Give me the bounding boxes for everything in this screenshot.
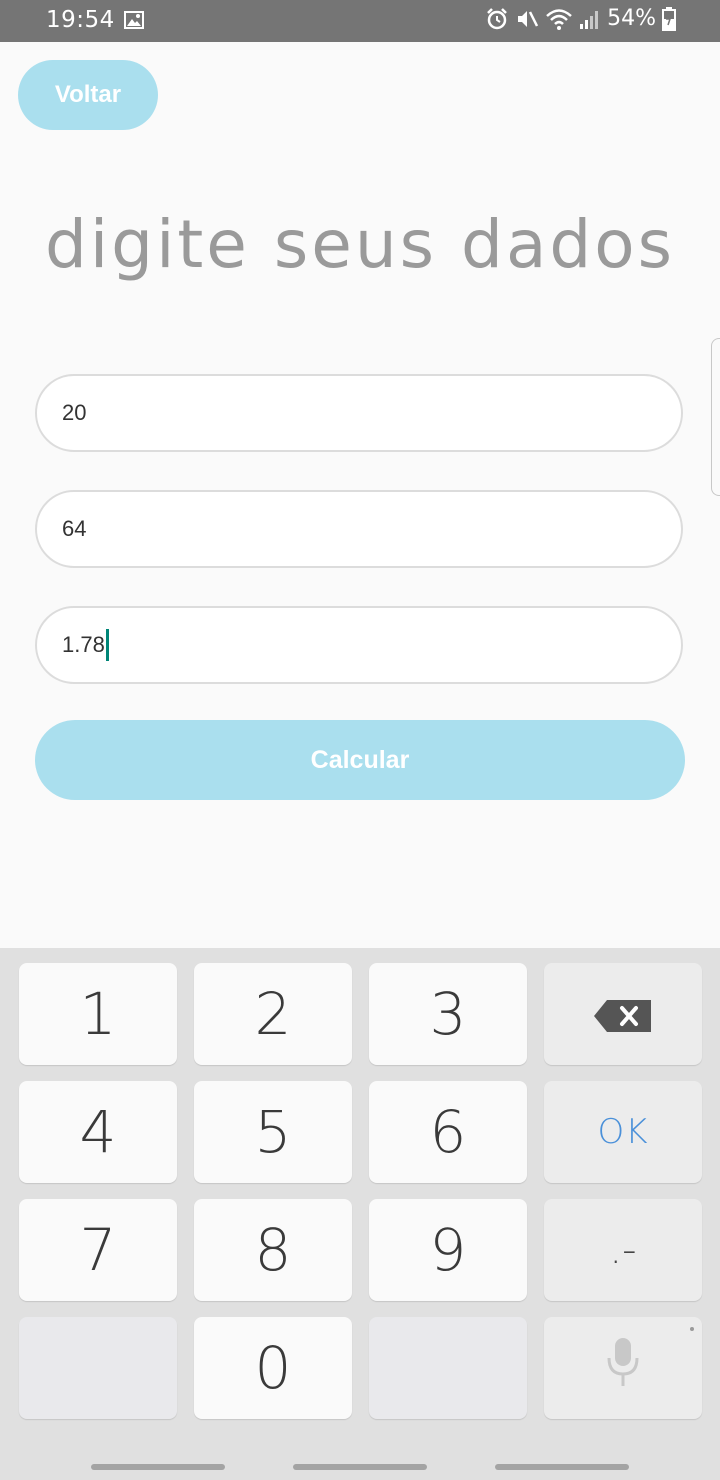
ok-key[interactable]: OK xyxy=(544,1081,702,1183)
text-cursor xyxy=(105,629,109,661)
wifi-icon xyxy=(545,7,573,31)
key-8[interactable]: 8 xyxy=(194,1199,352,1301)
height-field[interactable]: 1.78 xyxy=(35,606,683,684)
voice-input-key[interactable] xyxy=(544,1317,702,1419)
key-1[interactable]: 1 xyxy=(19,963,177,1065)
mic-icon xyxy=(603,1334,643,1402)
mute-icon xyxy=(515,7,539,31)
weight-field[interactable]: 64 xyxy=(35,490,683,568)
key-9[interactable]: 9 xyxy=(369,1199,527,1301)
backspace-key[interactable] xyxy=(544,963,702,1065)
navigation-bar xyxy=(0,1436,720,1480)
edge-panel-handle[interactable] xyxy=(711,338,720,496)
status-time: 19:54 xyxy=(46,7,115,33)
key-4[interactable]: 4 xyxy=(19,1081,177,1183)
page-title: digite seus dados xyxy=(44,206,676,283)
key-7[interactable]: 7 xyxy=(19,1199,177,1301)
battery-percent: 54% xyxy=(607,6,656,31)
numeric-keyboard: 1 2 3 4 5 6 OK 7 8 9 .- 0 xyxy=(0,948,720,1480)
punctuation-key[interactable]: .- xyxy=(544,1199,702,1301)
age-field-value: 20 xyxy=(62,400,87,425)
alarm-icon xyxy=(485,7,509,31)
form-screen: Voltar digite seus dados 20 64 1.78 Calc… xyxy=(0,42,720,948)
back-button[interactable]: Voltar xyxy=(18,60,158,130)
signal-icon xyxy=(579,8,601,30)
key-6[interactable]: 6 xyxy=(369,1081,527,1183)
blank-key-left xyxy=(19,1317,177,1419)
calculate-button[interactable]: Calcular xyxy=(35,720,685,800)
image-icon xyxy=(124,11,144,29)
nav-home-indicator[interactable] xyxy=(293,1464,427,1470)
status-icons: 54% xyxy=(485,6,676,31)
key-3[interactable]: 3 xyxy=(369,963,527,1065)
blank-key-right xyxy=(369,1317,527,1419)
nav-back-indicator[interactable] xyxy=(495,1464,629,1470)
backspace-icon xyxy=(593,980,653,1048)
battery-icon xyxy=(662,6,676,31)
ok-key-label: OK xyxy=(597,1112,649,1152)
nav-recents-indicator[interactable] xyxy=(91,1464,225,1470)
height-field-value: 1.78 xyxy=(62,632,105,657)
weight-field-value: 64 xyxy=(62,516,87,541)
mic-options-dot xyxy=(690,1327,694,1331)
key-0[interactable]: 0 xyxy=(194,1317,352,1419)
key-5[interactable]: 5 xyxy=(194,1081,352,1183)
punctuation-key-label: .- xyxy=(609,1227,637,1273)
key-2[interactable]: 2 xyxy=(194,963,352,1065)
age-field[interactable]: 20 xyxy=(35,374,683,452)
status-bar: 19:54 54% xyxy=(0,0,720,42)
